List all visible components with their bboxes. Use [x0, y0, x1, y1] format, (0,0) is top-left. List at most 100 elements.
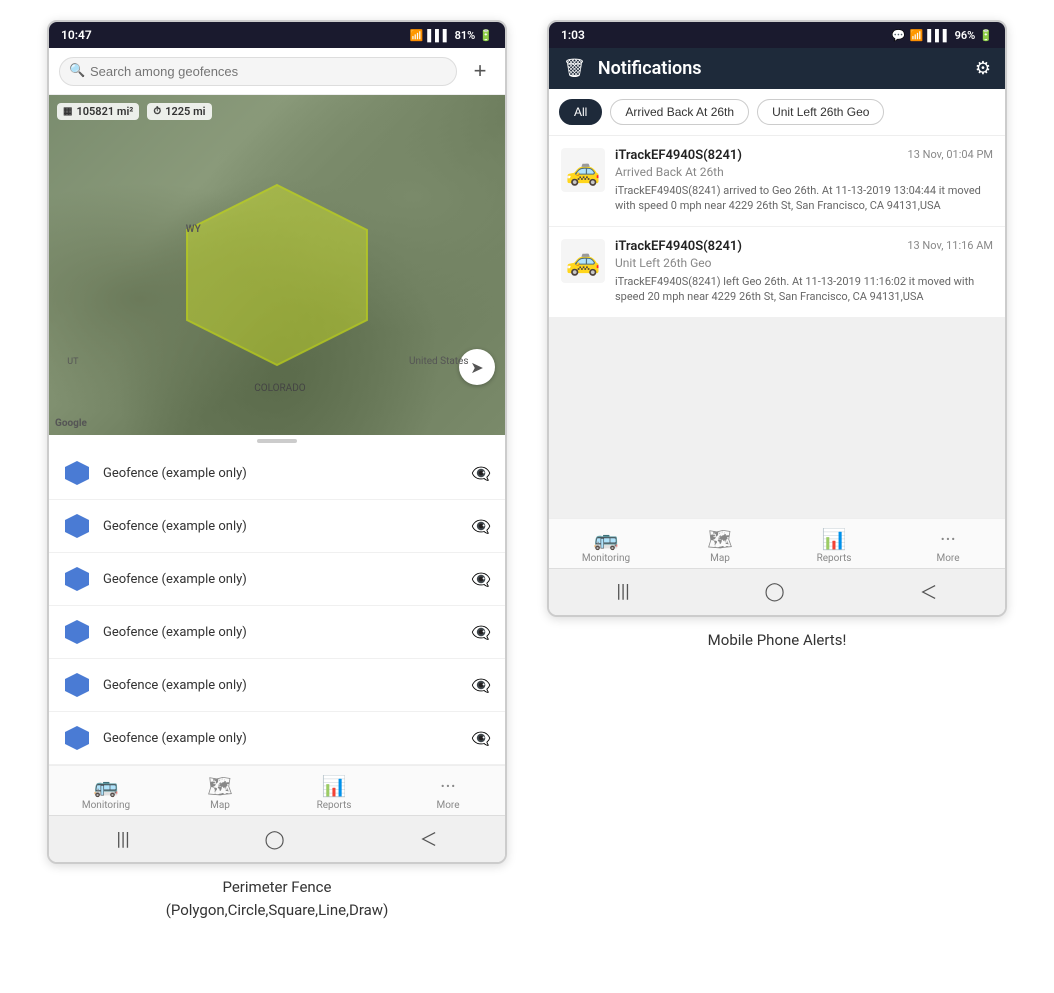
reports-icon: 📊 [822, 527, 847, 551]
visibility-icon[interactable]: 👁‍🗨 [471, 623, 491, 642]
scroll-indicator [257, 439, 297, 443]
right-nav-monitoring[interactable]: 🚌 Monitoring [576, 527, 636, 564]
settings-icon[interactable]: ⚙ [975, 58, 991, 79]
monitoring-icon: 🚌 [94, 774, 119, 798]
left-caption: Perimeter Fence (Polygon,Circle,Square,L… [166, 876, 389, 921]
notif-top-1: iTrackEF4940S(8241) 13 Nov, 01:04 PM [615, 148, 993, 163]
list-item[interactable]: Geofence (example only) 👁‍🗨 [49, 500, 505, 553]
list-item[interactable]: Geofence (example only) 👁‍🗨 [49, 447, 505, 500]
filter-all-button[interactable]: All [559, 99, 602, 125]
geofence-icon [63, 724, 91, 752]
geofence-list: Geofence (example only) 👁‍🗨 Geofence (ex… [49, 447, 505, 765]
more-label: More [936, 553, 959, 564]
nav-reports[interactable]: 📊 Reports [304, 774, 364, 811]
geofence-polygon [167, 175, 387, 375]
search-input-wrap[interactable]: 🔍 [59, 57, 457, 86]
visibility-icon[interactable]: 👁‍🗨 [471, 464, 491, 483]
map-icon: 🗺 [707, 527, 732, 551]
filter-arrived-button[interactable]: Arrived Back At 26th [610, 99, 749, 125]
right-time: 1:03 [561, 28, 585, 42]
trash-icon[interactable]: 🗑 [563, 58, 586, 79]
notif-content-2: iTrackEF4940S(8241) 13 Nov, 11:16 AM Uni… [615, 239, 993, 305]
visibility-icon[interactable]: 👁‍🗨 [471, 729, 491, 748]
right-caption-text: Mobile Phone Alerts! [708, 629, 847, 652]
right-status-icons: 💬 📶 ▌▌▌ 96% 🔋 [892, 29, 993, 42]
map-area[interactable]: ▦ 105821 mi² ⏱ 1225 mi ➤ [49, 95, 505, 435]
left-status-icons: 📶 ▌▌▌ 81% 🔋 [410, 29, 493, 42]
reports-label: Reports [317, 800, 352, 811]
battery-icon: 🔋 [979, 29, 993, 42]
android-recent-button[interactable]: ||| [616, 581, 629, 602]
android-home-button[interactable]: ◯ [265, 829, 285, 850]
visibility-icon[interactable]: 👁‍🗨 [471, 517, 491, 536]
android-back-button[interactable]: ＜ [920, 579, 938, 605]
notif-event-1: Arrived Back At 26th [615, 165, 993, 179]
map-label: Map [710, 553, 730, 564]
bottom-navigation: 🚌 Monitoring 🗺 Map 📊 Reports ··· More [49, 765, 505, 815]
geofence-name: Geofence (example only) [103, 519, 459, 534]
notif-desc-1: iTrackEF4940S(8241) arrived to Geo 26th.… [615, 183, 993, 214]
right-nav-more[interactable]: ··· More [918, 527, 978, 564]
list-item[interactable]: Geofence (example only) 👁‍🗨 [49, 553, 505, 606]
nav-more[interactable]: ··· More [418, 774, 478, 811]
geofence-icon [63, 671, 91, 699]
google-logo: Google [55, 418, 87, 429]
battery-icon: 🔋 [479, 29, 493, 42]
list-item[interactable]: Geofence (example only) 👁‍🗨 [49, 659, 505, 712]
list-item[interactable]: Geofence (example only) 👁‍🗨 [49, 606, 505, 659]
reports-label: Reports [817, 553, 852, 564]
list-item[interactable]: Geofence (example only) 👁‍🗨 [49, 712, 505, 765]
compass-icon: ➤ [470, 358, 483, 377]
notif-top-2: iTrackEF4940S(8241) 13 Nov, 11:16 AM [615, 239, 993, 254]
android-navigation: ||| ◯ ＜ [49, 815, 505, 862]
android-back-button[interactable]: ＜ [420, 826, 438, 852]
geofence-icon [63, 565, 91, 593]
geofence-icon [63, 459, 91, 487]
car-avatar-1: 🚕 [561, 148, 605, 192]
nav-map[interactable]: 🗺 Map [190, 774, 250, 811]
more-icon: ··· [940, 527, 956, 551]
search-bar: 🔍 + [49, 48, 505, 95]
notifications-title: Notifications [598, 58, 963, 79]
right-status-bar: 1:03 💬 📶 ▌▌▌ 96% 🔋 [549, 22, 1005, 48]
geofence-name: Geofence (example only) [103, 466, 459, 481]
filter-left-button[interactable]: Unit Left 26th Geo [757, 99, 884, 125]
geofence-name: Geofence (example only) [103, 731, 459, 746]
visibility-icon[interactable]: 👁‍🗨 [471, 570, 491, 589]
compass-button[interactable]: ➤ [459, 349, 495, 385]
notification-item-2[interactable]: 🚕 iTrackEF4940S(8241) 13 Nov, 11:16 AM U… [549, 227, 1005, 318]
map-background: ▦ 105821 mi² ⏱ 1225 mi ➤ [49, 95, 505, 435]
monitoring-label: Monitoring [582, 553, 630, 564]
right-android-navigation: ||| ◯ ＜ [549, 568, 1005, 615]
device-name-1: iTrackEF4940S(8241) [615, 148, 742, 163]
distance-stat: ⏱ 1225 mi [147, 103, 211, 120]
notif-time-2: 13 Nov, 11:16 AM [907, 239, 993, 252]
geofence-name: Geofence (example only) [103, 678, 459, 693]
notification-list: 🚕 iTrackEF4940S(8241) 13 Nov, 01:04 PM A… [549, 136, 1005, 318]
chat-icon: 💬 [892, 29, 906, 42]
search-icon: 🔍 [69, 64, 85, 79]
reports-icon: 📊 [322, 774, 347, 798]
notif-desc-2: iTrackEF4940S(8241) left Geo 26th. At 11… [615, 274, 993, 305]
clock-icon: ⏱ [153, 106, 161, 117]
us-label: United States [409, 356, 469, 367]
android-home-button[interactable]: ◯ [765, 581, 785, 602]
right-nav-reports[interactable]: 📊 Reports [804, 527, 864, 564]
monitoring-label: Monitoring [82, 800, 130, 811]
add-geofence-button[interactable]: + [465, 56, 495, 86]
search-input[interactable] [59, 57, 457, 86]
nav-monitoring[interactable]: 🚌 Monitoring [76, 774, 136, 811]
right-phone-wrapper: 1:03 💬 📶 ▌▌▌ 96% 🔋 🗑 Notifications ⚙ All… [547, 20, 1007, 651]
notif-time-1: 13 Nov, 01:04 PM [908, 148, 993, 161]
car-avatar-2: 🚕 [561, 239, 605, 283]
android-recent-button[interactable]: ||| [116, 829, 129, 850]
notification-item-1[interactable]: 🚕 iTrackEF4940S(8241) 13 Nov, 01:04 PM A… [549, 136, 1005, 227]
device-name-2: iTrackEF4940S(8241) [615, 239, 742, 254]
filter-bar: All Arrived Back At 26th Unit Left 26th … [549, 89, 1005, 136]
more-label: More [436, 800, 459, 811]
right-nav-map[interactable]: 🗺 Map [690, 527, 750, 564]
geofence-icon [63, 618, 91, 646]
visibility-icon[interactable]: 👁‍🗨 [471, 676, 491, 695]
co-label: COLORADO [254, 383, 305, 394]
right-caption: Mobile Phone Alerts! [708, 629, 847, 652]
